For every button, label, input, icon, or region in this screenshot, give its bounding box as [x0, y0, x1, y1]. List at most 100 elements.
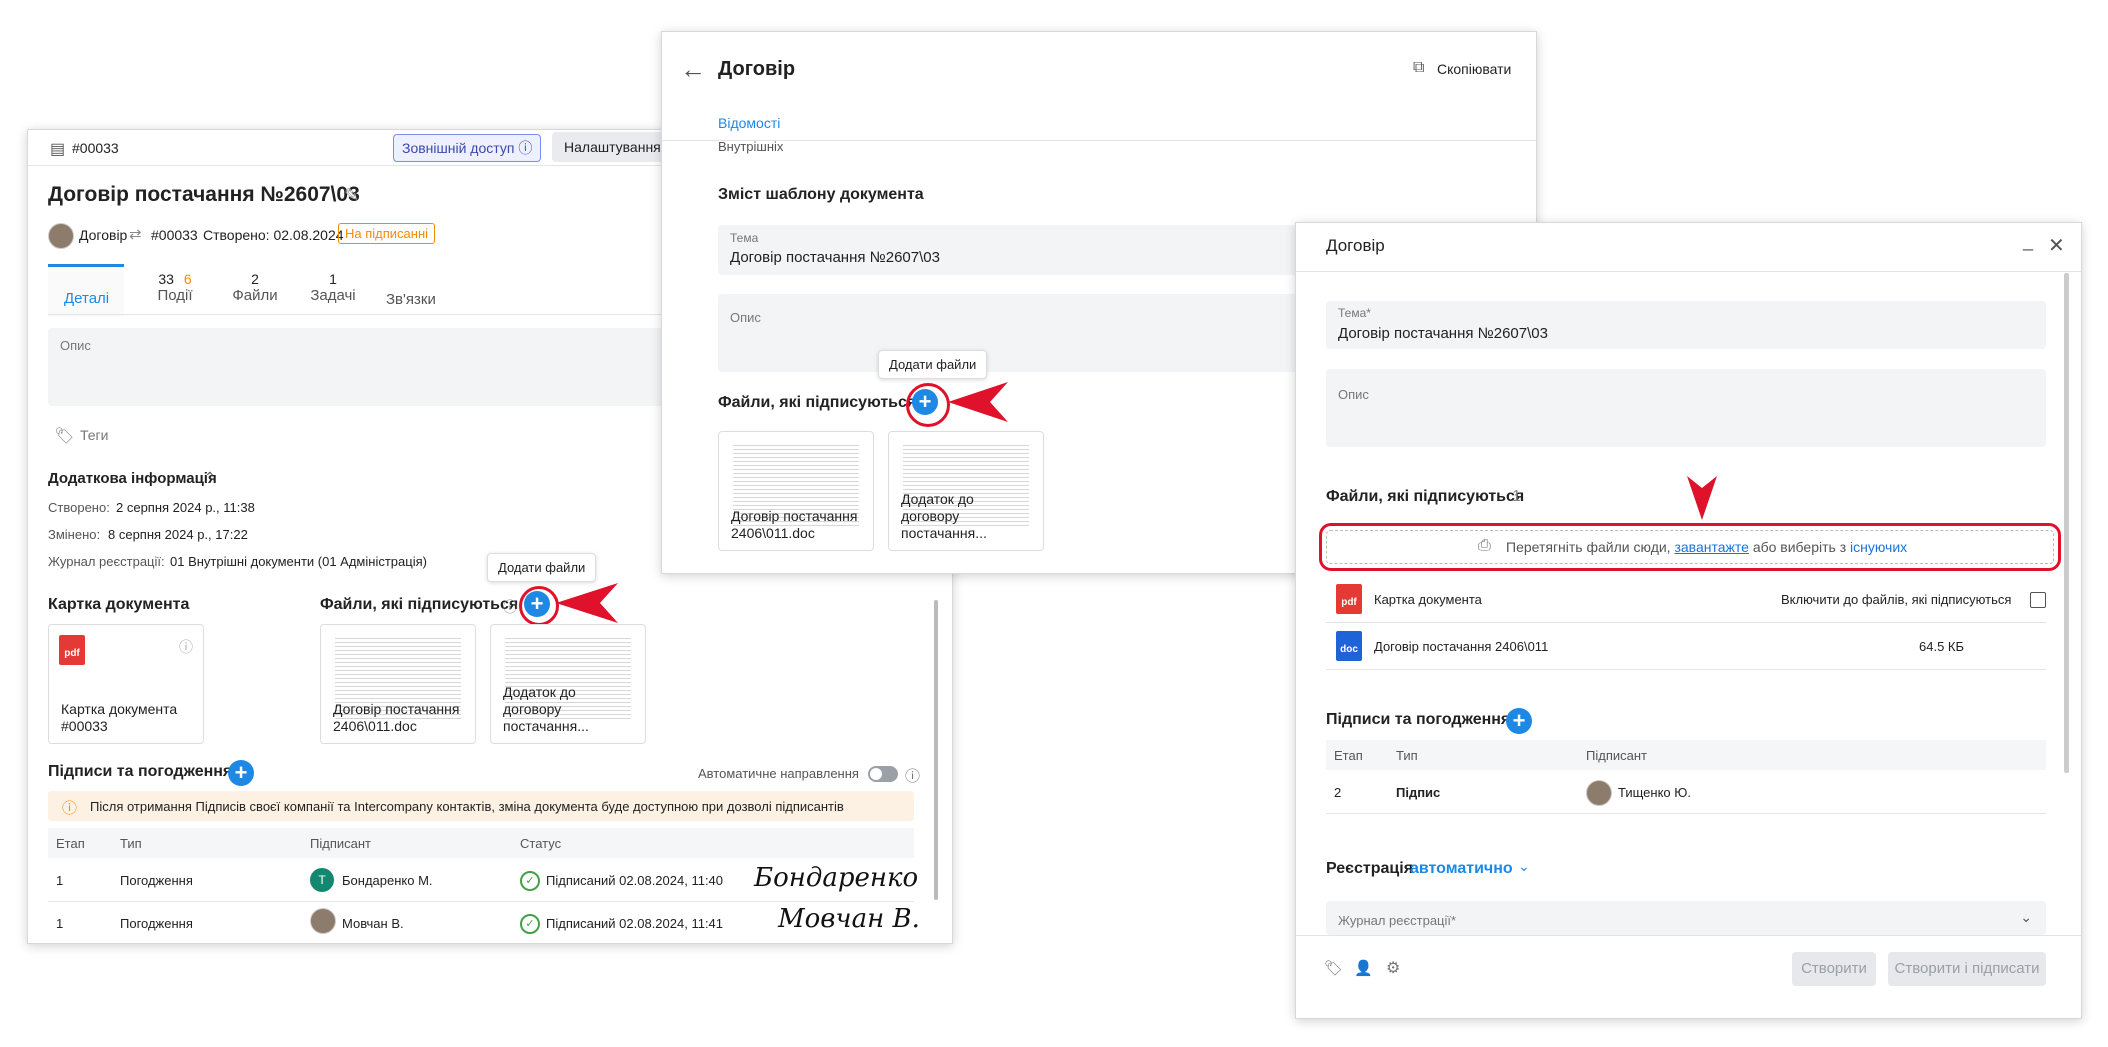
file-tile[interactable]: Договір постачання 2406\011.doc: [718, 431, 874, 551]
description-field[interactable]: Опис: [1326, 369, 2046, 447]
copy-icon[interactable]: ⧉: [1413, 59, 1424, 77]
avatar: [1586, 780, 1612, 806]
back-arrow-icon[interactable]: ←: [680, 54, 706, 85]
status-cell: Підписаний 02.08.2024, 11:40: [546, 873, 724, 888]
theme-field[interactable]: Тема* Договір постачання №2607\03: [1326, 301, 2046, 349]
create-button[interactable]: Створити: [1792, 952, 1876, 986]
settings-label: Налаштування д: [564, 139, 673, 155]
dropzone[interactable]: ⎙ Перетягніть файли сюди, завантажте або…: [1319, 523, 2061, 571]
info-icon[interactable]: ⓘ: [179, 637, 193, 657]
file-tile[interactable]: Додаток до договору постачання...: [490, 624, 646, 744]
upload-link[interactable]: завантажте: [1674, 539, 1748, 555]
chevron-down-icon[interactable]: ⌄: [1518, 858, 1530, 875]
external-access-button[interactable]: Зовнішній доступ ⓘ: [393, 134, 542, 162]
copy-button[interactable]: Скопіювати: [1437, 61, 1511, 77]
check-icon: ✓: [520, 914, 540, 934]
add-files-button[interactable]: +: [524, 591, 550, 617]
chevron-down-icon[interactable]: ⌄: [2020, 909, 2032, 926]
meta-created: Створено: 02.08.2024: [203, 227, 344, 243]
add-user-icon[interactable]: 👤: [1354, 959, 1373, 977]
include-checkbox[interactable]: [2030, 592, 2046, 608]
column-header: Тип: [120, 836, 142, 851]
meta-id: #00033: [151, 227, 198, 243]
description-label: Опис: [60, 338, 91, 353]
cut-text: Внутрішніх: [718, 139, 784, 154]
extra-info-header[interactable]: Додаткова інформація: [48, 470, 217, 487]
journal-value: 01 Внутрішні документи (01 Адміністрація…: [170, 554, 427, 569]
registration-mode-dropdown[interactable]: автоматично: [1410, 860, 1513, 878]
tag-icon[interactable]: 🏷: [1324, 959, 1343, 977]
tag-icon[interactable]: 🏷: [54, 426, 74, 446]
type-cell: Погодження: [120, 873, 193, 888]
tab-tasks-label: Задачі: [310, 287, 356, 304]
edit-icon[interactable]: ✎: [344, 185, 359, 206]
tab-files-label: Файли: [232, 287, 278, 304]
dialog-title: Договір: [1326, 236, 1385, 255]
create-and-sign-button[interactable]: Створити і підписати: [1888, 952, 2046, 986]
avatar: Т: [310, 868, 334, 892]
choose-existing-link[interactable]: існуючих: [1850, 539, 1907, 555]
auto-direction-toggle[interactable]: [868, 766, 898, 782]
info-icon[interactable]: ⓘ: [503, 597, 517, 617]
tab-events[interactable]: 33 6 Події: [140, 271, 210, 311]
create-button-label: Створити: [1801, 960, 1867, 977]
include-label: Включити до файлів, які підписуються: [1781, 592, 2012, 607]
table-row[interactable]: 1 Погодження Мовчан В. ✓ Підписаний 02.0…: [48, 902, 920, 943]
add-signer-button[interactable]: +: [1506, 708, 1532, 734]
close-icon[interactable]: ✕: [2048, 233, 2065, 258]
files-title: Файли, які підписуються: [718, 394, 917, 411]
avatar: [48, 223, 74, 249]
scrollbar[interactable]: [934, 600, 938, 900]
sync-icon: ⇄: [129, 226, 142, 243]
chevron-up-icon[interactable]: ⌃: [204, 469, 216, 486]
table-header: Етап Тип Підписант Статус: [48, 828, 914, 858]
scrollbar[interactable]: [2064, 273, 2069, 773]
file-row[interactable]: doc Договір постачання 2406\011 64.5 КБ: [1326, 625, 2046, 670]
warning-banner: ⓘ Після отримання Підписів своєї компані…: [48, 791, 914, 821]
add-signer-button[interactable]: +: [228, 760, 254, 786]
tab-links[interactable]: Зв'язки: [386, 291, 436, 308]
column-header: Підписант: [1586, 748, 1647, 763]
tags-label[interactable]: Теги: [80, 427, 108, 443]
tab-info[interactable]: Відомості: [718, 115, 780, 131]
window-title: Договір: [718, 58, 796, 80]
tab-tasks[interactable]: 1 Задачі: [298, 271, 368, 311]
warning-text: Після отримання Підписів своєї компанії …: [90, 799, 844, 814]
add-files-tooltip: Додати файли: [487, 553, 597, 582]
warning-icon: ⓘ: [62, 800, 78, 817]
info-icon: ⓘ: [518, 140, 533, 156]
status-badge: На підписанні: [338, 223, 436, 244]
doc-icon: doc: [1336, 631, 1362, 661]
tab-files[interactable]: 2 Файли: [220, 271, 290, 311]
document-card-tile[interactable]: pdf ⓘ Картка документа #00033: [48, 624, 204, 744]
gear-icon[interactable]: ⚙: [1386, 958, 1400, 978]
signature-image: Мовчан В.: [778, 904, 920, 934]
journal-select[interactable]: Журнал реєстрації* ⌄: [1326, 901, 2046, 935]
table-row[interactable]: 1 Погодження Т Бондаренко М. ✓ Підписани…: [48, 859, 918, 902]
tab-details[interactable]: Деталі: [48, 264, 124, 317]
table-row[interactable]: 2 Підпис Тищенко Ю.: [1326, 771, 2046, 814]
pdf-icon: pdf: [59, 635, 85, 665]
file-row[interactable]: pdf Картка документа Включити до файлів,…: [1326, 578, 2046, 623]
files-title: Файли, які підписуються: [320, 596, 519, 613]
file-tile[interactable]: Договір постачання 2406\011.doc: [320, 624, 476, 744]
add-files-button[interactable]: +: [912, 389, 938, 415]
tab-files-count: 2: [251, 271, 259, 287]
pdf-icon: pdf: [1336, 584, 1362, 614]
red-arrow-marker: [948, 382, 1008, 422]
theme-value: Договір постачання №2607\03: [1338, 325, 1548, 342]
dropzone-text: або виберіть з: [1752, 539, 1847, 555]
signer-cell: Бондаренко М.: [342, 873, 433, 888]
red-arrow-marker: [556, 583, 618, 623]
type-cell: Підпис: [1396, 785, 1441, 800]
column-header: Етап: [56, 836, 85, 851]
template-title: Зміст шаблону документа: [718, 186, 924, 203]
upload-icon: ⎙: [1478, 537, 1491, 554]
file-name: Додаток до договору постачання...: [901, 491, 987, 541]
info-icon[interactable]: ⓘ: [905, 765, 920, 786]
stage-cell: 2: [1334, 785, 1342, 800]
file-tile[interactable]: Додаток до договору постачання...: [888, 431, 1044, 551]
minimize-icon[interactable]: _: [2023, 231, 2033, 252]
column-header: Тип: [1396, 748, 1418, 763]
column-header: Статус: [520, 836, 562, 851]
